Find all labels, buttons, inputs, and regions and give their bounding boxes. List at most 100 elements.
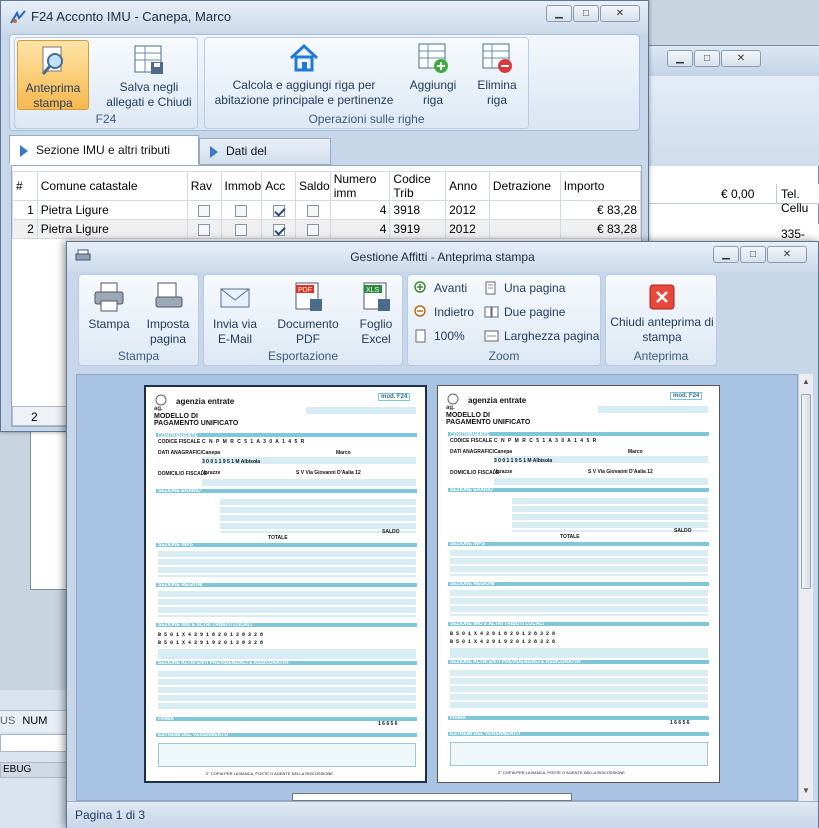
acc-checkbox[interactable] xyxy=(272,223,285,236)
section-imu: SEZIONE IMU E ALTRI TRIBUTI LOCALI xyxy=(450,621,544,627)
acc-checkbox[interactable] xyxy=(272,204,285,217)
button-label: Chiudi anteprima di stampa xyxy=(610,315,714,344)
rav-checkbox[interactable] xyxy=(198,223,211,236)
column-header[interactable]: Rav xyxy=(186,171,222,201)
indietro-button[interactable]: Indietro xyxy=(412,303,474,321)
chiudi-anteprima-button[interactable]: Chiudi anteprima di stampa xyxy=(610,283,714,345)
column-header[interactable]: Numero imm xyxy=(329,171,391,201)
anno-cell[interactable]: 2012 xyxy=(445,219,490,239)
rav-cell[interactable] xyxy=(186,200,222,220)
comune-cell[interactable]: Pietra Ligure xyxy=(36,200,188,220)
column-header[interactable]: Comune catastale xyxy=(36,171,188,201)
minimize-button[interactable]: ▁ xyxy=(713,246,739,263)
importo-cell[interactable]: € 83,28 xyxy=(559,219,642,239)
preview-canvas[interactable]: ag. agenzia entrate mod. F24 MODELLO DI … xyxy=(76,374,798,801)
detrazione-cell[interactable] xyxy=(488,200,561,220)
immob-checkbox[interactable] xyxy=(235,204,248,217)
excel-button[interactable]: XLS Foglio Excel xyxy=(352,281,400,347)
salva-allegati-button[interactable]: Salva negli allegati e Chiudi xyxy=(103,42,195,112)
codice-cell[interactable]: 3919 xyxy=(389,219,447,239)
column-header[interactable]: Detrazione xyxy=(488,171,561,201)
acc-cell[interactable] xyxy=(261,219,296,239)
immob-cell[interactable] xyxy=(220,200,263,220)
column-header[interactable]: Acc xyxy=(261,171,296,201)
importo-cell[interactable]: € 83,28 xyxy=(559,200,642,220)
imu-row: B 5 0 1 X 4 3 9 1 9 2 0 1 2 8 3 2 8 xyxy=(158,640,264,646)
larghezza-pagina-button[interactable]: Larghezza pagina xyxy=(482,327,599,345)
minimize-button[interactable]: ▁ xyxy=(546,5,572,22)
one-page-icon xyxy=(485,281,496,295)
two-pages-icon xyxy=(484,306,499,318)
debug-tab[interactable]: EBUG xyxy=(0,762,70,778)
zoom-100-button[interactable]: 100% xyxy=(412,327,465,345)
table-row[interactable]: 2 Pietra Ligure 4 3919 2012 € 83,28 xyxy=(12,219,642,239)
input-field[interactable] xyxy=(0,734,70,752)
delete-row-icon xyxy=(482,43,512,73)
tab-dati-versamento[interactable]: Dati del versamento xyxy=(199,138,331,183)
scroll-down-icon[interactable]: ▼ xyxy=(802,786,810,795)
preview-page-1[interactable]: ag. agenzia entrate mod. F24 MODELLO DI … xyxy=(144,385,427,783)
model-title: MODELLO DI PAGAMENTO UNIFICATO xyxy=(446,412,531,426)
immob-checkbox[interactable] xyxy=(235,223,248,236)
model-code: mod. F24 xyxy=(378,393,411,401)
email-button[interactable]: Invia via E-Mail xyxy=(208,281,262,347)
column-header[interactable]: Anno xyxy=(445,171,490,201)
table-row[interactable]: 1 Pietra Ligure 4 3918 2012 € 83,28 xyxy=(12,200,642,220)
saldo-checkbox[interactable] xyxy=(306,204,319,217)
due-pagine-button[interactable]: Due pagine xyxy=(482,303,565,321)
preview-window: Gestione Affitti - Anteprima stampa ▁ □ … xyxy=(66,241,819,828)
anno-cell[interactable]: 2012 xyxy=(445,200,490,220)
saldo-cell[interactable] xyxy=(294,219,331,239)
calcola-button[interactable]: Calcola e aggiungi riga per abitazione p… xyxy=(209,42,399,112)
close-button[interactable]: ✕ xyxy=(600,5,640,22)
minimize-button[interactable]: ▁ xyxy=(667,50,693,67)
scroll-up-icon[interactable]: ▲ xyxy=(802,377,810,386)
column-header[interactable]: # xyxy=(12,171,38,201)
avanti-button[interactable]: Avanti xyxy=(412,279,467,297)
acc-cell[interactable] xyxy=(261,200,296,220)
background-statusbar: US NUM EBUG xyxy=(0,690,70,828)
form-field xyxy=(158,743,416,767)
group-label: F24 xyxy=(95,112,117,126)
pdf-button[interactable]: PDF Documento PDF xyxy=(274,281,342,347)
maximize-button[interactable]: □ xyxy=(740,246,766,263)
svg-text:PDF: PDF xyxy=(298,287,312,294)
pdf-icon: PDF xyxy=(295,282,322,311)
button-label: Foglio Excel xyxy=(359,317,393,346)
detrazione-cell[interactable] xyxy=(488,219,561,239)
rav-checkbox[interactable] xyxy=(198,204,211,217)
saldo-checkbox[interactable] xyxy=(306,223,319,236)
footer-note: 2° COPIA PER LA BANCA, POSTE O AGENTE DE… xyxy=(206,771,333,776)
anteprima-stampa-button[interactable]: Anteprima stampa xyxy=(17,40,89,110)
aggiungi-riga-button[interactable]: Aggiungi riga xyxy=(405,42,461,112)
scrollbar-thumb[interactable] xyxy=(801,394,811,589)
tab-sezione-imu[interactable]: Sezione IMU e altri tributi locali xyxy=(9,135,199,185)
imposta-pagina-button[interactable]: Imposta pagina xyxy=(139,281,197,347)
codice-cell[interactable]: 3918 xyxy=(389,200,447,220)
vertical-scrollbar[interactable]: ▲ ▼ xyxy=(798,374,813,801)
column-header[interactable]: Importo xyxy=(559,171,642,201)
column-header[interactable]: Saldo xyxy=(294,171,331,201)
close-button[interactable]: ✕ xyxy=(721,50,761,67)
comune-cell[interactable]: Pietra Ligure xyxy=(36,219,188,239)
stampa-button[interactable]: Stampa xyxy=(83,281,135,332)
preview-page-2[interactable]: ag. agenzia entrate mod. F24 MODELLO DI … xyxy=(437,385,720,783)
immob-cell[interactable] xyxy=(220,219,263,239)
maximize-button[interactable]: □ xyxy=(573,5,599,22)
close-button[interactable]: ✕ xyxy=(767,246,807,263)
una-pagina-button[interactable]: Una pagina xyxy=(482,279,565,297)
fiscal-label: CODICE FISCALE xyxy=(450,438,493,444)
numero-cell[interactable]: 4 xyxy=(329,219,391,239)
maximize-button[interactable]: □ xyxy=(694,50,720,67)
column-header[interactable]: Immob xyxy=(220,171,263,201)
numero-cell[interactable]: 4 xyxy=(329,200,391,220)
saldo-cell[interactable] xyxy=(294,200,331,220)
form-band xyxy=(448,542,709,546)
estremi-label: ESTREMI DEL VERSAMENTO xyxy=(158,732,229,738)
nome-value: Marco xyxy=(628,449,643,455)
ribbon-group-zoom: Avanti Indietro 100% Una pagina Due pagi… xyxy=(407,274,601,366)
saldo-label: SALDO xyxy=(674,528,692,534)
rav-cell[interactable] xyxy=(186,219,222,239)
elimina-riga-button[interactable]: Elimina riga xyxy=(469,42,525,112)
column-header[interactable]: Codice Trib xyxy=(389,171,447,201)
